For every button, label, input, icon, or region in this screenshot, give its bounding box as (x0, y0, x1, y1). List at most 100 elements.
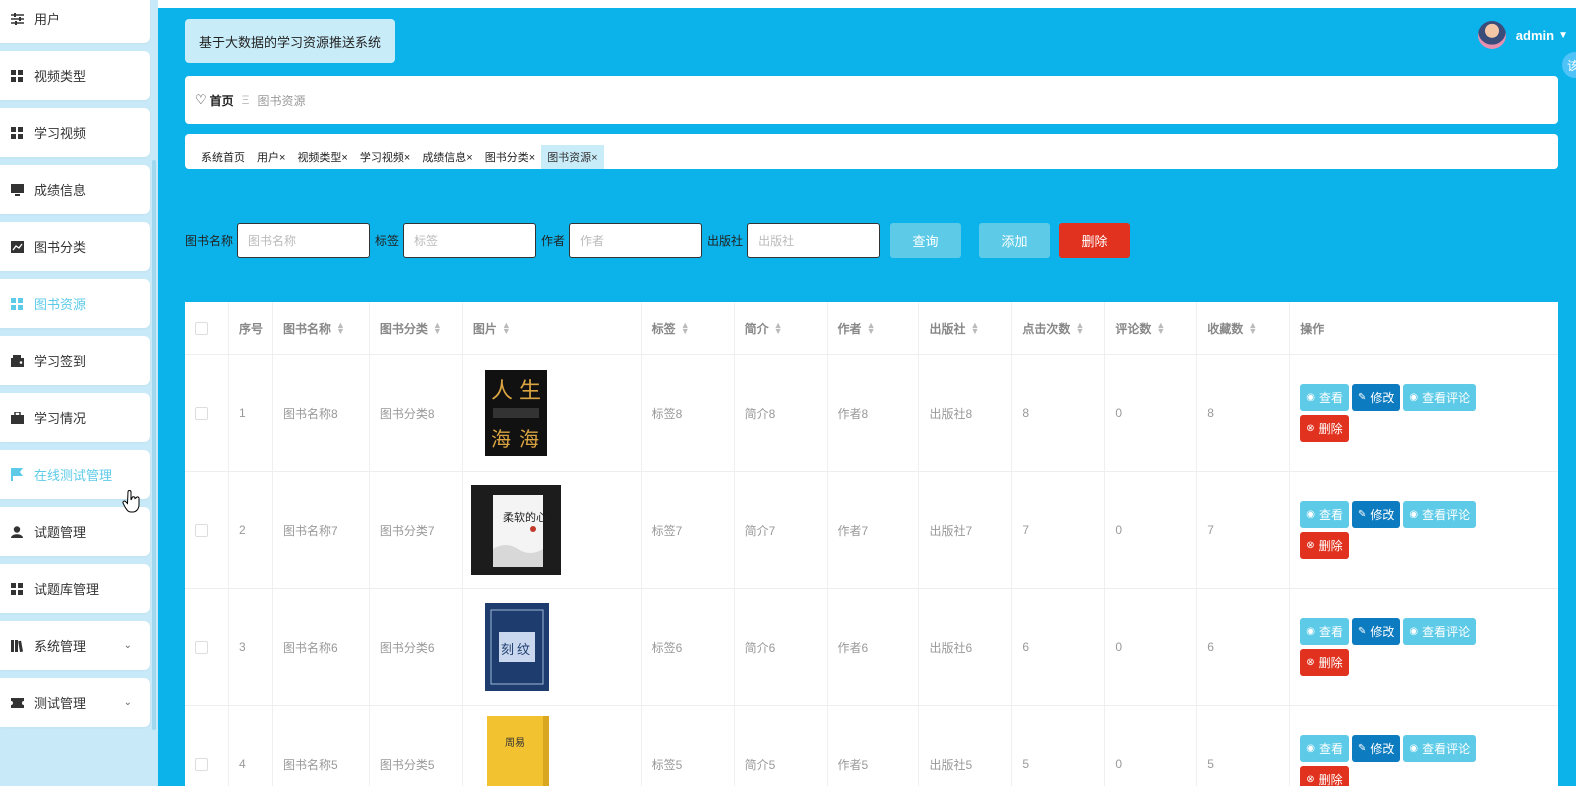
row-delete-button[interactable]: ⊗ 删除 (1300, 649, 1349, 676)
floating-side-tab[interactable]: 该 (1562, 52, 1576, 78)
view-comments-button[interactable]: ◉ 查看评论 (1403, 384, 1477, 411)
heart-icon: ♡ (195, 92, 207, 107)
flag-icon (10, 468, 24, 482)
add-button[interactable]: 添加 (979, 223, 1051, 258)
sidebar-item-users[interactable]: 用户 (0, 0, 150, 43)
book-cover-image[interactable]: 人 生 海 海 (473, 368, 557, 458)
col-publisher[interactable]: 出版社 ▲ ▼ (919, 302, 1013, 354)
sidebar-item-checkin[interactable]: 学习签到 (0, 336, 150, 385)
sidebar-item-questions[interactable]: 试题管理 (0, 507, 150, 556)
publisher-input[interactable] (747, 223, 881, 258)
user-menu[interactable]: admin ▼ (1477, 21, 1568, 49)
breadcrumb-home[interactable]: 首页 (210, 92, 234, 109)
eye-icon: ◉ (1306, 392, 1315, 403)
cell-no: 3 (229, 589, 273, 705)
book-cover-image[interactable]: 刻 纹 (473, 602, 557, 692)
row-checkbox[interactable] (195, 757, 208, 771)
tab-home[interactable]: 系统首页 (195, 145, 251, 169)
row-checkbox[interactable] (195, 523, 208, 537)
sidebar-item-learning-videos[interactable]: 学习视频 (0, 108, 150, 157)
view-button[interactable]: ◉ 查看 (1300, 735, 1349, 762)
col-favorites-label: 收藏数 (1207, 321, 1244, 336)
table-row: 4 图书名称5 图书分类5 周易 标签5 简介5 作者5 出版社5 5 0 5 … (185, 706, 1558, 786)
sidebar-scrollbar[interactable] (152, 160, 156, 730)
tab-book-categories[interactable]: 图书分类× (479, 145, 541, 169)
cell-author: 作者5 (828, 706, 920, 786)
cell-comments: 0 (1105, 706, 1198, 786)
col-image-label: 图片 (472, 321, 497, 336)
col-favorites[interactable]: 收藏数 ▲ ▼ (1197, 302, 1291, 354)
cell-category: 图书分类5 (370, 706, 463, 786)
sort-icon[interactable]: ▲ ▼ (971, 321, 980, 336)
cell-clicks: 7 (1012, 472, 1106, 588)
row-checkbox[interactable] (195, 640, 208, 654)
col-image[interactable]: 图片 ▲ ▼ (463, 302, 642, 354)
tab-scores[interactable]: 成绩信息× (416, 145, 478, 169)
tag-input[interactable] (403, 223, 537, 258)
edit-button[interactable]: ✎ 修改 (1351, 735, 1401, 762)
col-tag[interactable]: 标签 ▲ ▼ (642, 302, 735, 354)
sidebar-item-label: 学习情况 (34, 411, 87, 426)
sort-icon[interactable]: ▲ ▼ (774, 321, 783, 336)
row-delete-button[interactable]: ⊗ 删除 (1300, 532, 1349, 559)
edit-button[interactable]: ✎ 修改 (1351, 384, 1401, 411)
col-author[interactable]: 作者 ▲ ▼ (828, 302, 920, 354)
ticket-icon (10, 696, 24, 710)
book-cover-image[interactable]: 周易 (473, 716, 557, 786)
cell-no: 4 (229, 706, 273, 786)
svg-text:海: 海 (519, 427, 539, 451)
view-button[interactable]: ◉ 查看 (1300, 618, 1349, 645)
edit-button[interactable]: ✎ 修改 (1351, 501, 1401, 528)
row-delete-button[interactable]: ⊗ 删除 (1300, 766, 1349, 786)
sidebar-item-system[interactable]: 系统管理 ⌄ (0, 621, 150, 670)
cell-publisher: 出版社7 (919, 472, 1013, 588)
book-cover-image[interactable]: 柔软的心 (470, 485, 561, 575)
grid-icon (10, 582, 24, 596)
sort-icon[interactable]: ▲ ▼ (1156, 321, 1165, 336)
sidebar-item-test[interactable]: 测试管理 ⌄ (0, 678, 150, 727)
col-no: 序号 (229, 302, 273, 354)
cell-image: 柔软的心 (463, 472, 642, 588)
col-author-label: 作者 (837, 321, 862, 336)
delete-button[interactable]: 删除 (1059, 223, 1131, 258)
sort-icon[interactable]: ▲ ▼ (1248, 321, 1257, 336)
view-label: 查看 (1318, 742, 1343, 756)
sort-icon[interactable]: ▲ ▼ (1075, 321, 1084, 336)
view-button[interactable]: ◉ 查看 (1300, 501, 1349, 528)
col-actions: 操作 (1300, 321, 1325, 336)
tab-video-types[interactable]: 视频类型× (291, 145, 353, 169)
sidebar-item-question-bank[interactable]: 试题库管理 (0, 564, 150, 613)
view-comments-button[interactable]: ◉ 查看评论 (1403, 735, 1477, 762)
view-comments-button[interactable]: ◉ 查看评论 (1403, 618, 1477, 645)
col-comments[interactable]: 评论数 ▲ ▼ (1105, 302, 1198, 354)
sidebar-item-study-status[interactable]: 学习情况 (0, 393, 150, 442)
sort-icon[interactable]: ▲ ▼ (336, 321, 345, 336)
sort-icon[interactable]: ▲ ▼ (433, 321, 442, 336)
edit-button[interactable]: ✎ 修改 (1351, 618, 1401, 645)
view-button[interactable]: ◉ 查看 (1300, 384, 1349, 411)
sort-icon[interactable]: ▲ ▼ (867, 321, 876, 336)
sidebar-item-book-categories[interactable]: 图书分类 (0, 222, 150, 271)
cell-publisher: 出版社8 (919, 355, 1013, 471)
col-category[interactable]: 图书分类 ▲ ▼ (370, 302, 463, 354)
col-name[interactable]: 图书名称 ▲ ▼ (273, 302, 370, 354)
sort-icon[interactable]: ▲ ▼ (681, 321, 690, 336)
tab-learning-videos[interactable]: 学习视频× (354, 145, 416, 169)
tab-book-resources[interactable]: 图书资源× (541, 145, 604, 169)
author-input[interactable] (569, 223, 703, 258)
sidebar-item-video-types[interactable]: 视频类型 (0, 51, 150, 100)
sidebar-item-scores[interactable]: 成绩信息 (0, 165, 150, 214)
col-intro[interactable]: 简介 ▲ ▼ (735, 302, 828, 354)
sidebar-item-book-resources[interactable]: 图书资源 (0, 279, 150, 328)
sort-icon[interactable]: ▲ ▼ (502, 321, 511, 336)
select-all-checkbox[interactable] (195, 321, 208, 335)
comments-label: 查看评论 (1422, 742, 1471, 756)
row-checkbox[interactable] (195, 406, 208, 420)
book-name-input[interactable] (237, 223, 371, 258)
user-name: admin (1515, 27, 1555, 43)
view-comments-button[interactable]: ◉ 查看评论 (1403, 501, 1477, 528)
query-button[interactable]: 查询 (890, 223, 962, 258)
col-clicks[interactable]: 点击次数 ▲ ▼ (1012, 302, 1106, 354)
row-delete-button[interactable]: ⊗ 删除 (1300, 415, 1349, 442)
tab-users[interactable]: 用户× (251, 145, 291, 169)
